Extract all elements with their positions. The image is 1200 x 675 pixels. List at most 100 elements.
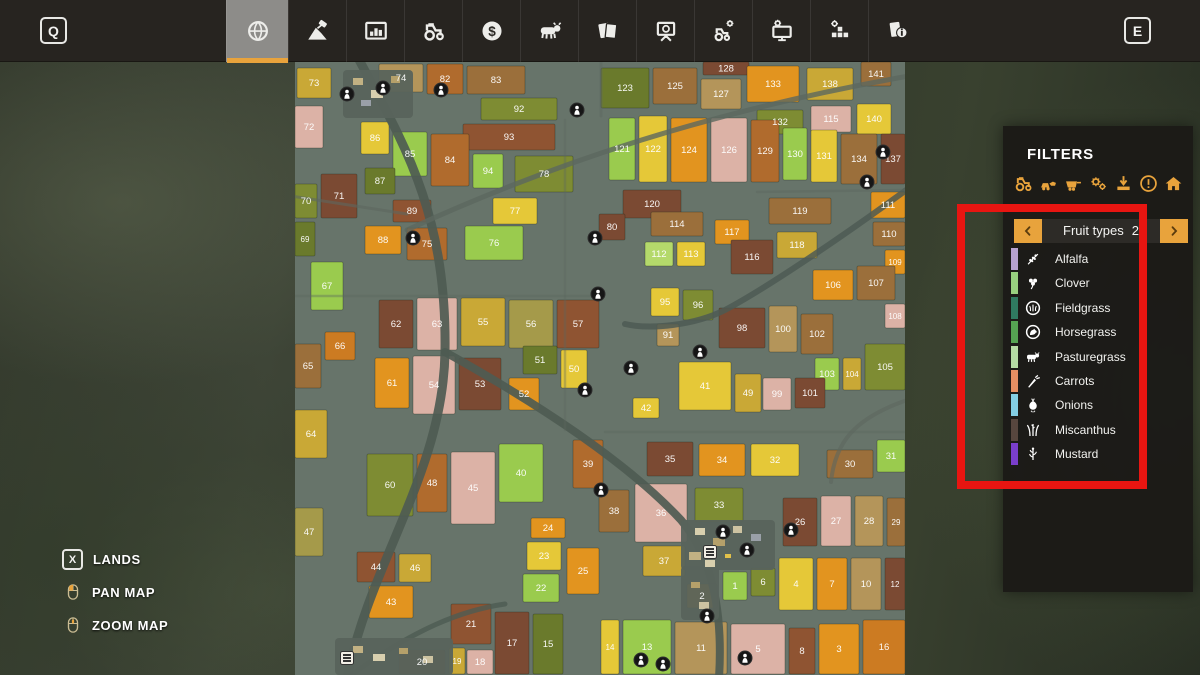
map-field-number: 36 bbox=[656, 508, 667, 519]
map-field-number: 5 bbox=[755, 644, 760, 655]
map-field-number: 17 bbox=[507, 638, 518, 649]
map-marker-icon[interactable] bbox=[376, 81, 390, 95]
map-building bbox=[695, 528, 705, 535]
map-field-number: 91 bbox=[663, 330, 674, 341]
quick-filter-trailer[interactable] bbox=[1062, 172, 1084, 194]
tab-easel[interactable] bbox=[636, 0, 694, 62]
map-marker-icon[interactable] bbox=[591, 287, 605, 301]
map-field-number: 46 bbox=[410, 563, 421, 574]
quick-filter-gears[interactable] bbox=[1087, 172, 1109, 194]
tab-bar-chart[interactable] bbox=[346, 0, 404, 62]
map-field-number: 61 bbox=[387, 378, 398, 389]
map-field-number: 131 bbox=[816, 151, 832, 162]
map-field-number: 126 bbox=[721, 145, 737, 156]
map-marker-icon[interactable] bbox=[624, 361, 638, 375]
map-field-number: 106 bbox=[825, 280, 841, 291]
map-field-number: 80 bbox=[607, 222, 618, 233]
construction-icon bbox=[305, 18, 331, 44]
map-field-number: 6 bbox=[760, 577, 765, 588]
map-marker-icon[interactable] bbox=[570, 103, 584, 117]
download-icon bbox=[1113, 173, 1134, 194]
map-marker-icon[interactable] bbox=[594, 483, 608, 497]
map-building bbox=[699, 602, 709, 609]
map-field-number: 69 bbox=[301, 235, 310, 244]
mouse-pan-icon bbox=[64, 579, 82, 605]
tab-documents[interactable] bbox=[578, 0, 636, 62]
documents-icon bbox=[595, 18, 621, 44]
quick-filter-alert[interactable] bbox=[1138, 172, 1160, 194]
legend-row-lands: X LANDS bbox=[62, 546, 168, 572]
map-marker-icon[interactable] bbox=[700, 609, 714, 623]
map-field-number: 22 bbox=[536, 583, 547, 594]
map-field-number: 88 bbox=[378, 235, 389, 246]
map-field-number: 122 bbox=[645, 144, 661, 155]
map-field-number: 48 bbox=[427, 478, 438, 489]
map-field-number: 34 bbox=[717, 455, 728, 466]
map-field-number: 20 bbox=[417, 657, 428, 668]
map-field-number: 98 bbox=[737, 323, 748, 334]
map-marker-icon[interactable] bbox=[406, 231, 420, 245]
map-field-number: 92 bbox=[514, 104, 525, 115]
tab-info-documents[interactable] bbox=[868, 0, 926, 62]
quick-filter-loader[interactable] bbox=[1037, 172, 1059, 194]
map-field-number: 89 bbox=[407, 206, 418, 217]
map-field-number: 113 bbox=[683, 249, 698, 260]
map-field-number: 28 bbox=[864, 516, 875, 527]
tractor-icon bbox=[1013, 173, 1034, 194]
map-field-number: 141 bbox=[868, 69, 884, 80]
bar-chart-icon bbox=[363, 18, 389, 44]
map-field-number: 138 bbox=[822, 79, 838, 90]
quick-filter-download[interactable] bbox=[1113, 172, 1135, 194]
map-field-number: 39 bbox=[583, 459, 594, 470]
map-marker-icon[interactable] bbox=[634, 653, 648, 667]
map-field-number: 2 bbox=[699, 591, 704, 602]
map-field-number: 27 bbox=[831, 516, 842, 527]
farm-map[interactable]: 7374828392937286858494788771708977887576… bbox=[295, 62, 905, 675]
category-next-button[interactable] bbox=[1160, 219, 1188, 243]
map-field-number: 67 bbox=[322, 281, 333, 292]
map-field-number: 123 bbox=[617, 83, 633, 94]
map-building bbox=[353, 646, 363, 653]
monitor-gear-icon bbox=[769, 18, 795, 44]
map-field-number: 66 bbox=[335, 341, 346, 352]
map-marker-icon[interactable] bbox=[656, 657, 670, 671]
map-marker-icon[interactable] bbox=[860, 175, 874, 189]
map-field-number: 140 bbox=[866, 114, 882, 125]
map-building bbox=[361, 100, 371, 106]
tab-tractor-gear[interactable] bbox=[694, 0, 752, 62]
map-field-number: 127 bbox=[713, 89, 729, 100]
map-field-number: 121 bbox=[614, 144, 630, 155]
map-poi-icon[interactable] bbox=[341, 652, 354, 665]
map-marker-icon[interactable] bbox=[876, 145, 890, 159]
svg-text:$: $ bbox=[488, 24, 496, 39]
map-marker-icon[interactable] bbox=[716, 525, 730, 539]
map-marker-icon[interactable] bbox=[784, 523, 798, 537]
map-field-number: 72 bbox=[304, 122, 315, 133]
tab-cow[interactable] bbox=[520, 0, 578, 62]
tab-tractor[interactable] bbox=[404, 0, 462, 62]
quick-filter-tractor[interactable] bbox=[1012, 172, 1034, 194]
map-marker-icon[interactable] bbox=[434, 83, 448, 97]
map-field-number: 32 bbox=[770, 455, 781, 466]
tab-monitor-gear[interactable] bbox=[752, 0, 810, 62]
map-field-number: 47 bbox=[304, 527, 315, 538]
map-marker-icon[interactable] bbox=[578, 383, 592, 397]
map-field-number: 45 bbox=[468, 483, 479, 494]
tab-construction[interactable] bbox=[288, 0, 346, 62]
map-poi-icon[interactable] bbox=[704, 546, 717, 559]
tab-blocks-gear[interactable] bbox=[810, 0, 868, 62]
map-marker-icon[interactable] bbox=[740, 543, 754, 557]
map-field-number: 115 bbox=[823, 114, 838, 125]
quick-filter-home[interactable] bbox=[1163, 172, 1185, 194]
map-field-number: 116 bbox=[744, 252, 759, 263]
map-marker-icon[interactable] bbox=[588, 231, 602, 245]
map-field-number: 128 bbox=[718, 64, 734, 75]
tab-globe[interactable] bbox=[226, 0, 288, 62]
map-marker-icon[interactable] bbox=[340, 87, 354, 101]
map-building bbox=[725, 554, 731, 558]
map-field-number: 44 bbox=[371, 562, 382, 573]
map-field-number: 120 bbox=[644, 199, 660, 210]
tab-dollar[interactable]: $ bbox=[462, 0, 520, 62]
map-marker-icon[interactable] bbox=[693, 345, 707, 359]
map-marker-icon[interactable] bbox=[738, 651, 752, 665]
